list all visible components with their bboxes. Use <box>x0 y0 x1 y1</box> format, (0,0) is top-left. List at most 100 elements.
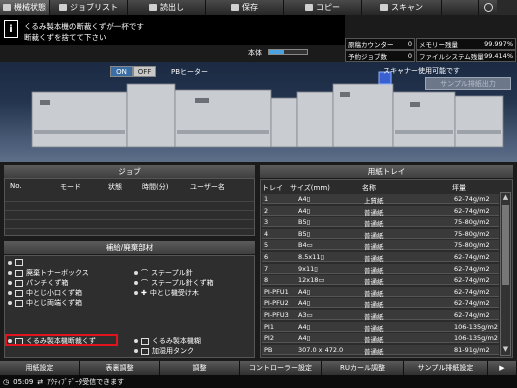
tray-cell-tray: 4 <box>264 229 269 238</box>
reserved-jobs: 予約ジョブ数 0 <box>345 50 415 62</box>
tank-icon <box>141 347 149 355</box>
tray-cell-weight: 106-135g/m2 <box>454 322 498 331</box>
tray-cell-size: A4▯ <box>298 334 311 343</box>
tray-cell-size: A4▯ <box>298 195 311 203</box>
tab-save[interactable]: 保存 <box>206 0 284 15</box>
filesystem-remaining: ファイルシステム残量 99.414% <box>416 50 516 62</box>
tab-readout[interactable]: 読出し <box>128 0 206 15</box>
tab-scan[interactable]: スキャン <box>362 0 442 15</box>
scroll-down-icon[interactable]: ▼ <box>501 345 510 355</box>
message-line-2: 断裁くずを捨てて下さい <box>24 33 107 42</box>
tray-row[interactable]: PI-PFU2 A4▯ 普通紙 62-74g/m2 <box>262 298 499 309</box>
tray-panel-title: 用紙トレイ <box>260 165 513 178</box>
bullet-icon <box>8 291 12 295</box>
tray-row[interactable]: PI-PFU1 A4▯ 普通紙 62-74g/m2 <box>262 286 499 298</box>
controller-setting-button[interactable]: コントローラー設定 <box>240 361 322 375</box>
tray-cell-weight: 62-74g/m2 <box>454 206 490 215</box>
tray-row[interactable]: 7 9x11▯ 普通紙 62-74g/m2 <box>262 263 499 275</box>
language-button[interactable] <box>479 0 497 15</box>
supply-waste-toner: 廃棄トナーボックス <box>8 268 89 278</box>
supply-punch-waste: パンチくず箱 <box>8 278 68 288</box>
tray-row[interactable]: PI2 A4▯ 普通紙 106-135g/m2 <box>262 333 499 344</box>
front-back-adjust-button[interactable]: 表裏調整 <box>80 361 160 375</box>
main-unit-level-bar <box>268 49 308 55</box>
tray-cell-size: A3▭ <box>298 311 313 319</box>
tray-cell-size: B5▯ <box>298 218 311 227</box>
info-icon: i <box>4 20 18 38</box>
tray-row[interactable]: 3 B5▯ 普通紙 75-80g/m2 <box>262 217 499 228</box>
job-row[interactable] <box>5 194 254 202</box>
status-time: 05:09 <box>13 377 34 386</box>
bullet-icon <box>8 301 12 305</box>
glue-icon <box>141 337 149 345</box>
bullet-icon <box>134 349 138 353</box>
tray-cell-tray: 8 <box>264 276 269 285</box>
bullet-icon <box>134 271 138 275</box>
tray-scrollbar[interactable]: ▲ ▼ <box>500 192 511 356</box>
scan-icon <box>380 4 388 11</box>
tab-extra[interactable] <box>442 0 479 15</box>
tray-row[interactable]: 4 B5▯ 普通紙 75-80g/m2 <box>262 228 499 240</box>
tray-row[interactable]: 6 8.5x11▯ 普通紙 62-74g/m2 <box>262 252 499 263</box>
scanner-status: スキャナー使用可能です <box>383 67 460 75</box>
scroll-thumb[interactable] <box>502 205 509 285</box>
tray-col-size: サイズ(mm) <box>290 184 330 192</box>
supply-saddle-receiver: ✚ 中とじ機受け木 <box>134 288 199 298</box>
tray-cell-tray: 7 <box>264 264 269 273</box>
tray-cell-weight: 62-74g/m2 <box>454 276 490 285</box>
saddle-icon: ✚ <box>141 289 147 297</box>
folder-icon <box>149 4 157 11</box>
job-col-status: 状態 <box>108 183 122 191</box>
job-row[interactable] <box>5 203 254 211</box>
tray-col-tray: トレイ <box>262 184 283 192</box>
sample-output-setting-button[interactable]: サンプル排紙設定 <box>404 361 488 375</box>
pb-heater-off-button[interactable]: OFF <box>133 66 156 77</box>
tray-cell-tray: PB <box>264 345 273 354</box>
tray-cell-weight: 62-74g/m2 <box>454 264 490 273</box>
tray-cell-tray: PI1 <box>264 322 274 331</box>
tab-job-list[interactable]: ジョブリスト <box>50 0 128 15</box>
main-unit-level-fill <box>269 50 285 54</box>
supply-staples: ⌒ ステープル針 <box>134 268 193 278</box>
paper-setting-button[interactable]: 用紙設定 <box>0 361 80 375</box>
adjust-button[interactable]: 調整 <box>160 361 240 375</box>
tray-row[interactable]: 2 A4▯ 普通紙 62-74g/m2 <box>262 205 499 217</box>
supply-toner <box>8 259 26 266</box>
ru-curl-adjust-button[interactable]: RUカール調整 <box>322 361 404 375</box>
tray-cell-size: 8.5x11▯ <box>298 253 325 261</box>
tray-cell-tray: 6 <box>264 253 269 261</box>
job-row[interactable] <box>5 221 254 229</box>
scroll-up-icon[interactable]: ▲ <box>501 193 510 203</box>
tray-cell-size: 12x18▭ <box>298 276 325 285</box>
pb-heater-toggle[interactable]: ON OFF <box>110 66 156 77</box>
punch-waste-icon <box>15 279 23 287</box>
next-page-button[interactable]: ▶ <box>488 361 517 375</box>
memory-remaining: メモリー残量 99.997% <box>416 38 516 50</box>
tray-cell-size: B4▭ <box>298 241 313 250</box>
tray-cell-name: 普通紙 <box>364 347 384 356</box>
tray-cell-weight: 62-74g/m2 <box>454 299 490 308</box>
tray-row[interactable]: PB 307.0 x 472.0 普通紙 81-91g/m2 <box>262 344 499 356</box>
supply-trim-waste-small: 中とじ小口くず箱 <box>8 288 82 298</box>
tray-cell-tray: 3 <box>264 218 269 227</box>
tray-cell-name: 普通紙 <box>364 231 384 240</box>
supply-glue: くるみ製本機糊 <box>134 336 201 346</box>
job-col-time: 時間(分) <box>142 183 169 191</box>
sample-output-button[interactable]: サンプル排紙出力 <box>425 77 511 90</box>
tray-cell-weight: 62-74g/m2 <box>454 287 490 296</box>
tray-row[interactable]: PI1 A4▯ 普通紙 106-135g/m2 <box>262 321 499 333</box>
tray-table-header: トレイ サイズ(mm) 名称 坪量 <box>260 181 513 193</box>
pb-heater-on-button[interactable]: ON <box>110 66 133 77</box>
tray-row[interactable]: 8 12x18▭ 普通紙 62-74g/m2 <box>262 275 499 286</box>
tray-row[interactable]: 5 B4▭ 普通紙 75-80g/m2 <box>262 240 499 251</box>
tray-cell-weight: 75-80g/m2 <box>454 229 490 238</box>
job-row[interactable] <box>5 212 254 220</box>
tab-copy[interactable]: コピー <box>284 0 362 15</box>
tab-machine-status[interactable]: 機械状態 <box>0 0 50 15</box>
bullet-icon <box>134 291 138 295</box>
bullet-icon <box>8 260 12 265</box>
job-col-user: ユーザー名 <box>190 183 225 191</box>
top-tab-bar: 機械状態 ジョブリスト 読出し 保存 コピー スキャン <box>0 0 517 15</box>
tray-row[interactable]: 1 A4▯ 上質紙 62-74g/m2 <box>262 194 499 205</box>
tray-row[interactable]: PI-PFU3 A3▭ 普通紙 62-74g/m2 <box>262 310 499 321</box>
